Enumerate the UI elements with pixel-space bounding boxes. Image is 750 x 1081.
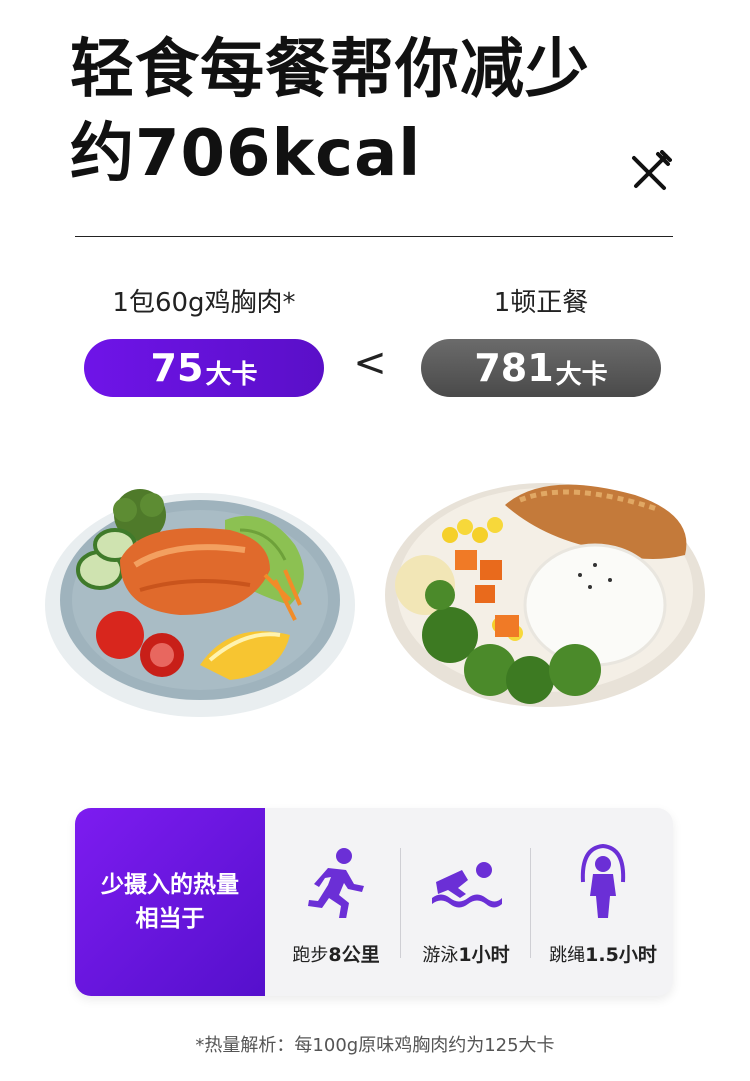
jump-rope-label-value: 1.5小时 (585, 944, 657, 966)
divider (75, 236, 673, 237)
headline-line-1: 轻食每餐帮你减少 (70, 33, 590, 107)
running-label-value: 8公里 (328, 944, 380, 966)
fork-knife-icon (632, 150, 672, 190)
jump-rope-label-prefix: 跳绳 (549, 945, 586, 966)
equivalent-title-line-2: 相当于 (135, 906, 205, 932)
light-meal-label: 1包60g鸡胸肉* (112, 288, 296, 318)
regular-meal-calorie-value: 781 (474, 346, 554, 390)
regular-meal-calorie-unit: 大卡 (555, 359, 608, 390)
jump-rope-icon (580, 843, 626, 918)
swimming-label-value: 1小时 (458, 944, 510, 966)
headline-line-2: 约706kcal (70, 117, 422, 191)
jump-rope-label: 跳绳1.5小时 (533, 940, 673, 967)
activity-jump-rope: 跳绳1.5小时 (533, 808, 673, 996)
regular-meal-calorie-pill: 781 大卡 (421, 339, 661, 397)
less-than-symbol: < (353, 340, 387, 386)
running-label: 跑步8公里 (271, 940, 401, 967)
chicken-salad-plate-image (45, 489, 355, 717)
activity-divider (530, 848, 531, 958)
regular-meal-plate-image (385, 483, 705, 707)
footnote: *热量解析：每100g原味鸡胸肉约为125大卡 (195, 1035, 555, 1056)
light-meal-calorie-unit: 大卡 (205, 359, 258, 390)
swimming-icon (432, 862, 502, 908)
running-icon (308, 848, 364, 918)
swimming-label-prefix: 游泳 (422, 945, 459, 966)
swimming-label: 游泳1小时 (401, 940, 531, 967)
equivalent-title-panel: 少摄入的热量 相当于 (75, 808, 265, 996)
activity-running: 跑步8公里 (271, 808, 401, 996)
light-meal-calorie-value: 75 (150, 346, 204, 390)
running-label-prefix: 跑步 (292, 945, 329, 966)
regular-meal-label: 1顿正餐 (493, 288, 589, 318)
calorie-equivalent-card: 少摄入的热量 相当于 跑步8公里 游泳1小时 跳绳1.5小时 (75, 808, 673, 996)
equivalent-title-line-1: 少摄入的热量 (101, 872, 239, 898)
headline: 轻食每餐帮你减少 约706kcal (70, 28, 590, 196)
activity-swimming: 游泳1小时 (401, 808, 531, 996)
light-meal-calorie-pill: 75 大卡 (84, 339, 324, 397)
